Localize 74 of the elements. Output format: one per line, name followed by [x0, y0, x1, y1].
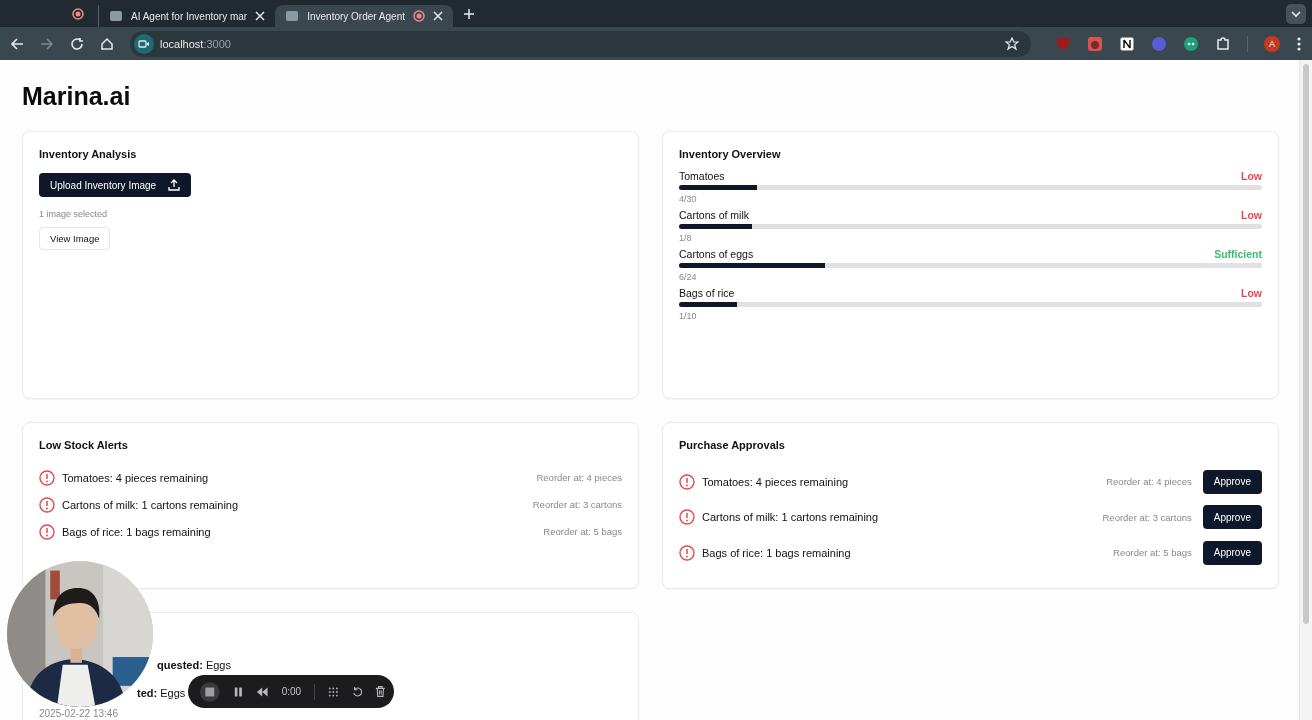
app-title: Marina.ai [22, 82, 132, 110]
profile-avatar[interactable]: A [1264, 35, 1280, 52]
reorder-text: Reorder at: 4 pieces [1106, 476, 1192, 488]
card-title: Purchase Approvals [679, 439, 786, 451]
selection-status: 1 image selected [39, 209, 109, 219]
approval-text: Cartons of milk: 1 cartons remaining [702, 511, 880, 524]
recording-time: 0:00 [281, 686, 302, 697]
reload-icon[interactable] [70, 36, 84, 51]
stock-count: 4/30 [679, 194, 698, 204]
alert-icon [679, 473, 695, 490]
stock-status: Sufficient [1214, 248, 1262, 260]
approval-text: Bags of rice: 1 bags remaining [702, 546, 852, 559]
approval-text: Tomatoes: 4 pieces remaining [702, 475, 850, 488]
card-title: Low Stock Alerts [39, 439, 129, 451]
item-name: Bags of rice [679, 287, 735, 299]
page-icon [109, 10, 123, 22]
back-icon[interactable] [10, 36, 24, 51]
tab-list-icon[interactable] [1286, 3, 1306, 24]
alert-text: Bags of rice: 1 bags remaining [62, 525, 212, 538]
item-name: Tomatoes [679, 170, 725, 182]
item-name: Cartons of milk [679, 209, 750, 221]
alert-icon [39, 523, 55, 540]
stock-count: 6/24 [679, 272, 698, 282]
close-icon[interactable] [433, 11, 443, 21]
grid-icon[interactable] [328, 685, 339, 698]
upload-button[interactable]: Upload Inventory Image [39, 173, 192, 197]
address-bar[interactable]: localhost:3000 [130, 30, 1031, 57]
notebook-extension-icon[interactable] [1119, 35, 1135, 52]
upload-icon [168, 179, 181, 191]
alert-text: Tomatoes: 4 pieces remaining [62, 471, 210, 484]
stop-icon[interactable] [200, 680, 220, 703]
new-tab-icon[interactable] [463, 7, 475, 20]
reorder-text: Reorder at: 5 bags [1113, 547, 1192, 559]
reorder-text: Reorder at: 3 cartons [1102, 511, 1192, 523]
camera-icon [134, 33, 154, 54]
item-name: Cartons of eggs [679, 248, 754, 260]
alert-icon [679, 509, 695, 526]
history-text: ted: Eggs [137, 686, 186, 701]
card-title: Inventory Analysis [39, 148, 138, 160]
stock-count: 1/10 [679, 311, 698, 321]
scrollbar-thumb[interactable] [1303, 64, 1309, 624]
trash-icon[interactable] [375, 685, 386, 698]
stock-status: Low [1241, 209, 1262, 221]
alert-icon [679, 544, 695, 561]
menu-icon[interactable] [1296, 35, 1302, 52]
reorder-text: Reorder at: 5 bags [543, 526, 622, 537]
rewind-icon[interactable] [256, 685, 269, 698]
stock-status: Low [1241, 287, 1262, 299]
view-image-button[interactable]: View Image [39, 227, 111, 250]
alert-text: Cartons of milk: 1 cartons remaining [62, 498, 240, 511]
history-text: quested: Eggs [157, 658, 231, 673]
browser-tab[interactable]: Inventory Order Agent [275, 5, 453, 27]
approve-button[interactable]: Approve [1202, 505, 1262, 530]
approve-button[interactable]: Approve [1202, 469, 1262, 494]
forward-icon[interactable] [40, 36, 54, 51]
close-icon[interactable] [255, 11, 266, 21]
card-title: Inventory Overview [679, 148, 782, 160]
reorder-text: Reorder at: 4 pieces [536, 472, 622, 483]
alert-icon [39, 469, 55, 486]
approve-button[interactable]: Approve [1202, 540, 1262, 565]
stock-status: Low [1241, 170, 1262, 182]
reorder-text: Reorder at: 3 cartons [532, 499, 622, 510]
page-icon [285, 10, 300, 22]
puzzle-icon[interactable] [1215, 35, 1231, 52]
bookmark-star-icon[interactable] [1005, 36, 1019, 51]
home-icon[interactable] [100, 36, 114, 51]
record-icon [413, 10, 425, 22]
alert-icon [39, 496, 55, 513]
pause-icon[interactable] [232, 685, 244, 698]
restart-icon[interactable] [351, 685, 363, 698]
timestamp: 2025-02-22 13:46 [39, 708, 118, 719]
stock-count: 1/8 [679, 233, 693, 243]
record-icon[interactable] [72, 7, 84, 20]
extension-icon[interactable] [1183, 35, 1199, 52]
